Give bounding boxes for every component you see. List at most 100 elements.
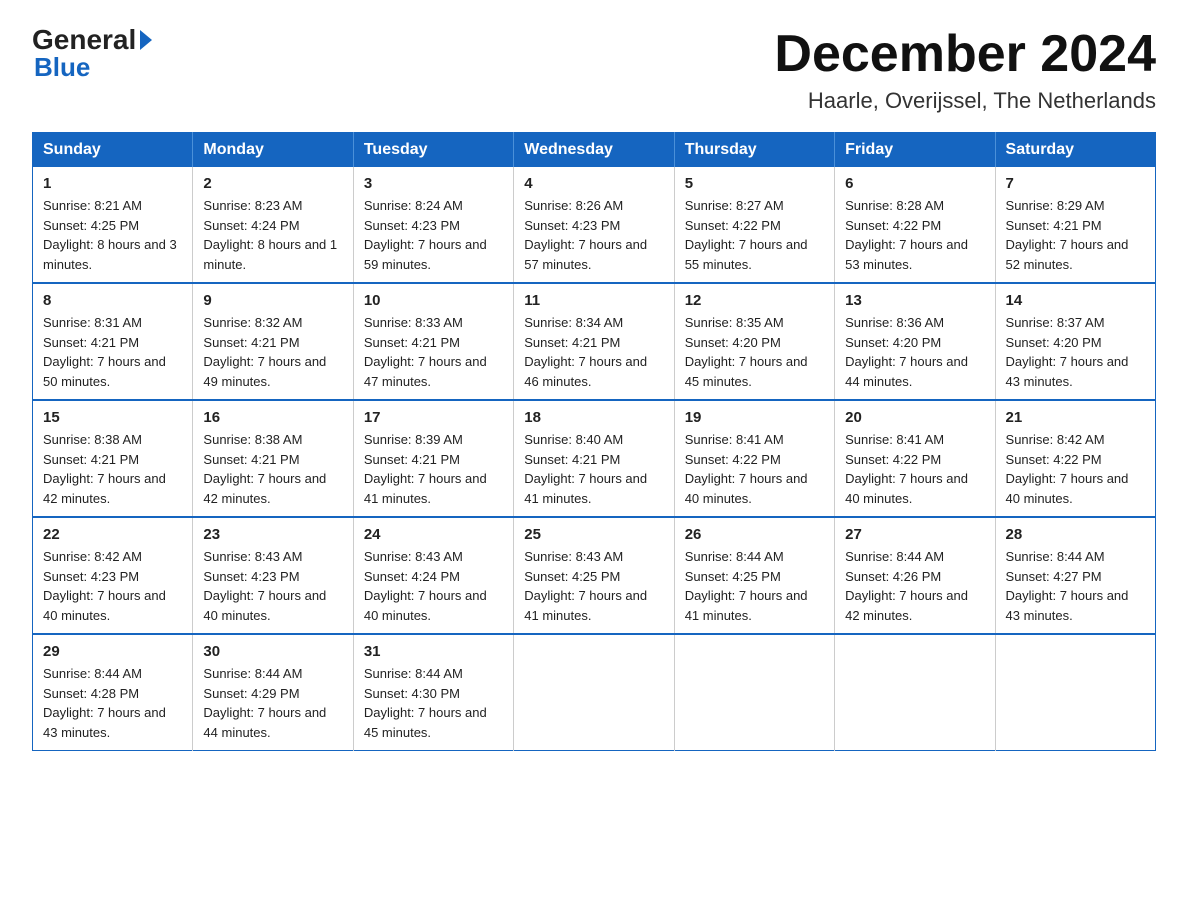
day-number: 21 (1006, 409, 1145, 426)
day-number: 13 (845, 292, 984, 309)
day-info: Sunrise: 8:32 AM Sunset: 4:21 PM Dayligh… (203, 313, 342, 391)
day-number: 11 (524, 292, 663, 309)
day-number: 9 (203, 292, 342, 309)
table-row: 1 Sunrise: 8:21 AM Sunset: 4:25 PM Dayli… (33, 167, 193, 283)
day-number: 19 (685, 409, 824, 426)
day-info: Sunrise: 8:44 AM Sunset: 4:30 PM Dayligh… (364, 664, 503, 742)
calendar-week-row: 29 Sunrise: 8:44 AM Sunset: 4:28 PM Dayl… (33, 634, 1156, 751)
table-row (835, 634, 995, 751)
table-row: 16 Sunrise: 8:38 AM Sunset: 4:21 PM Dayl… (193, 400, 353, 517)
day-number: 7 (1006, 175, 1145, 192)
title-area: December 2024 Haarle, Overijssel, The Ne… (774, 24, 1156, 114)
day-info: Sunrise: 8:33 AM Sunset: 4:21 PM Dayligh… (364, 313, 503, 391)
day-number: 10 (364, 292, 503, 309)
day-info: Sunrise: 8:38 AM Sunset: 4:21 PM Dayligh… (43, 430, 182, 508)
table-row: 17 Sunrise: 8:39 AM Sunset: 4:21 PM Dayl… (353, 400, 513, 517)
day-info: Sunrise: 8:39 AM Sunset: 4:21 PM Dayligh… (364, 430, 503, 508)
table-row: 24 Sunrise: 8:43 AM Sunset: 4:24 PM Dayl… (353, 517, 513, 634)
table-row: 6 Sunrise: 8:28 AM Sunset: 4:22 PM Dayli… (835, 167, 995, 283)
day-number: 2 (203, 175, 342, 192)
table-row: 18 Sunrise: 8:40 AM Sunset: 4:21 PM Dayl… (514, 400, 674, 517)
day-number: 29 (43, 643, 182, 660)
day-info: Sunrise: 8:27 AM Sunset: 4:22 PM Dayligh… (685, 196, 824, 274)
table-row (674, 634, 834, 751)
calendar-week-row: 15 Sunrise: 8:38 AM Sunset: 4:21 PM Dayl… (33, 400, 1156, 517)
table-row: 11 Sunrise: 8:34 AM Sunset: 4:21 PM Dayl… (514, 283, 674, 400)
calendar-header-row: Sunday Monday Tuesday Wednesday Thursday… (33, 133, 1156, 168)
logo-area: General Blue (32, 24, 152, 83)
table-row: 26 Sunrise: 8:44 AM Sunset: 4:25 PM Dayl… (674, 517, 834, 634)
day-number: 26 (685, 526, 824, 543)
day-number: 12 (685, 292, 824, 309)
calendar-week-row: 1 Sunrise: 8:21 AM Sunset: 4:25 PM Dayli… (33, 167, 1156, 283)
table-row (514, 634, 674, 751)
table-row: 4 Sunrise: 8:26 AM Sunset: 4:23 PM Dayli… (514, 167, 674, 283)
table-row: 30 Sunrise: 8:44 AM Sunset: 4:29 PM Dayl… (193, 634, 353, 751)
table-row: 28 Sunrise: 8:44 AM Sunset: 4:27 PM Dayl… (995, 517, 1155, 634)
table-row: 3 Sunrise: 8:24 AM Sunset: 4:23 PM Dayli… (353, 167, 513, 283)
day-info: Sunrise: 8:42 AM Sunset: 4:22 PM Dayligh… (1006, 430, 1145, 508)
day-info: Sunrise: 8:31 AM Sunset: 4:21 PM Dayligh… (43, 313, 182, 391)
day-number: 6 (845, 175, 984, 192)
day-number: 25 (524, 526, 663, 543)
table-row: 25 Sunrise: 8:43 AM Sunset: 4:25 PM Dayl… (514, 517, 674, 634)
day-number: 27 (845, 526, 984, 543)
day-number: 30 (203, 643, 342, 660)
table-row: 14 Sunrise: 8:37 AM Sunset: 4:20 PM Dayl… (995, 283, 1155, 400)
day-number: 15 (43, 409, 182, 426)
table-row: 15 Sunrise: 8:38 AM Sunset: 4:21 PM Dayl… (33, 400, 193, 517)
day-info: Sunrise: 8:43 AM Sunset: 4:25 PM Dayligh… (524, 547, 663, 625)
day-number: 17 (364, 409, 503, 426)
header-wednesday: Wednesday (514, 133, 674, 168)
day-info: Sunrise: 8:21 AM Sunset: 4:25 PM Dayligh… (43, 196, 182, 274)
day-info: Sunrise: 8:43 AM Sunset: 4:23 PM Dayligh… (203, 547, 342, 625)
day-info: Sunrise: 8:40 AM Sunset: 4:21 PM Dayligh… (524, 430, 663, 508)
day-number: 23 (203, 526, 342, 543)
table-row: 31 Sunrise: 8:44 AM Sunset: 4:30 PM Dayl… (353, 634, 513, 751)
table-row: 19 Sunrise: 8:41 AM Sunset: 4:22 PM Dayl… (674, 400, 834, 517)
day-number: 14 (1006, 292, 1145, 309)
table-row: 13 Sunrise: 8:36 AM Sunset: 4:20 PM Dayl… (835, 283, 995, 400)
table-row: 12 Sunrise: 8:35 AM Sunset: 4:20 PM Dayl… (674, 283, 834, 400)
day-number: 4 (524, 175, 663, 192)
table-row: 10 Sunrise: 8:33 AM Sunset: 4:21 PM Dayl… (353, 283, 513, 400)
day-info: Sunrise: 8:29 AM Sunset: 4:21 PM Dayligh… (1006, 196, 1145, 274)
day-info: Sunrise: 8:28 AM Sunset: 4:22 PM Dayligh… (845, 196, 984, 274)
header-thursday: Thursday (674, 133, 834, 168)
day-info: Sunrise: 8:43 AM Sunset: 4:24 PM Dayligh… (364, 547, 503, 625)
day-number: 3 (364, 175, 503, 192)
day-info: Sunrise: 8:44 AM Sunset: 4:29 PM Dayligh… (203, 664, 342, 742)
calendar-week-row: 8 Sunrise: 8:31 AM Sunset: 4:21 PM Dayli… (33, 283, 1156, 400)
page-title: December 2024 (774, 24, 1156, 84)
day-number: 31 (364, 643, 503, 660)
day-info: Sunrise: 8:23 AM Sunset: 4:24 PM Dayligh… (203, 196, 342, 274)
day-number: 22 (43, 526, 182, 543)
location-subtitle: Haarle, Overijssel, The Netherlands (774, 88, 1156, 114)
day-info: Sunrise: 8:26 AM Sunset: 4:23 PM Dayligh… (524, 196, 663, 274)
table-row: 7 Sunrise: 8:29 AM Sunset: 4:21 PM Dayli… (995, 167, 1155, 283)
day-info: Sunrise: 8:36 AM Sunset: 4:20 PM Dayligh… (845, 313, 984, 391)
day-number: 28 (1006, 526, 1145, 543)
header: General Blue December 2024 Haarle, Overi… (32, 24, 1156, 114)
day-number: 8 (43, 292, 182, 309)
calendar-table: Sunday Monday Tuesday Wednesday Thursday… (32, 132, 1156, 751)
day-number: 24 (364, 526, 503, 543)
day-info: Sunrise: 8:44 AM Sunset: 4:27 PM Dayligh… (1006, 547, 1145, 625)
day-number: 5 (685, 175, 824, 192)
calendar-week-row: 22 Sunrise: 8:42 AM Sunset: 4:23 PM Dayl… (33, 517, 1156, 634)
day-info: Sunrise: 8:42 AM Sunset: 4:23 PM Dayligh… (43, 547, 182, 625)
table-row: 2 Sunrise: 8:23 AM Sunset: 4:24 PM Dayli… (193, 167, 353, 283)
day-info: Sunrise: 8:44 AM Sunset: 4:28 PM Dayligh… (43, 664, 182, 742)
day-info: Sunrise: 8:41 AM Sunset: 4:22 PM Dayligh… (685, 430, 824, 508)
table-row (995, 634, 1155, 751)
day-info: Sunrise: 8:34 AM Sunset: 4:21 PM Dayligh… (524, 313, 663, 391)
logo-arrow-icon (140, 30, 152, 50)
day-number: 20 (845, 409, 984, 426)
day-info: Sunrise: 8:35 AM Sunset: 4:20 PM Dayligh… (685, 313, 824, 391)
day-info: Sunrise: 8:44 AM Sunset: 4:26 PM Dayligh… (845, 547, 984, 625)
header-friday: Friday (835, 133, 995, 168)
table-row: 9 Sunrise: 8:32 AM Sunset: 4:21 PM Dayli… (193, 283, 353, 400)
day-info: Sunrise: 8:24 AM Sunset: 4:23 PM Dayligh… (364, 196, 503, 274)
table-row: 23 Sunrise: 8:43 AM Sunset: 4:23 PM Dayl… (193, 517, 353, 634)
table-row: 21 Sunrise: 8:42 AM Sunset: 4:22 PM Dayl… (995, 400, 1155, 517)
